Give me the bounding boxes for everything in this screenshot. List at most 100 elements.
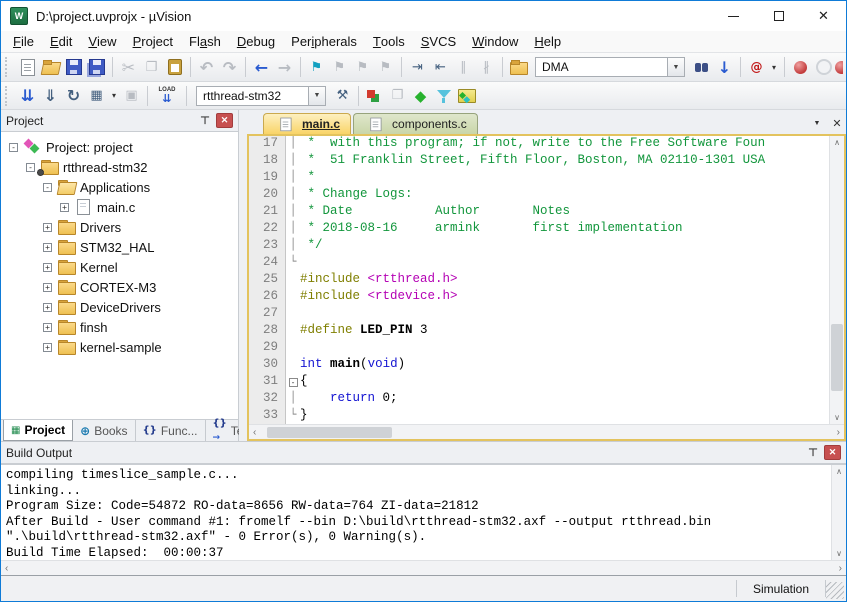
tab-func[interactable]: {}Func... <box>136 420 206 441</box>
kill-breakpoints-button[interactable] <box>835 55 843 79</box>
nav-back-button[interactable]: ← <box>250 55 273 79</box>
resize-grip[interactable] <box>826 582 844 599</box>
clear-bookmarks-button[interactable]: ⚑ <box>374 55 397 79</box>
code-line-18[interactable]: 18│ * 51 Franklin Street, Fifth Floor, B… <box>249 153 829 170</box>
pin-icon[interactable] <box>197 114 213 127</box>
code-line-21[interactable]: 21│ * Date Author Notes <box>249 204 829 221</box>
code-line-22[interactable]: 22│ * 2018-08-16 armink first implementa… <box>249 221 829 238</box>
uncomment-button[interactable]: ∦ <box>475 55 498 79</box>
save-all-button[interactable] <box>85 55 108 79</box>
scroll-right-icon[interactable]: › <box>837 427 840 438</box>
tree-item-main-c[interactable]: +main.c <box>1 197 238 217</box>
tree-item-kernel[interactable]: +Kernel <box>1 257 238 277</box>
incremental-find-button[interactable]: ↓ <box>713 55 736 79</box>
new-file-button[interactable] <box>16 55 39 79</box>
tree-item-drivers[interactable]: +Drivers <box>1 217 238 237</box>
pin-icon[interactable] <box>805 446 821 459</box>
tree-expand-icon[interactable]: + <box>60 203 69 212</box>
tree-item-devicedrivers[interactable]: +DeviceDrivers <box>1 297 238 317</box>
code-lines[interactable]: 17│ * with this program; if not, write t… <box>249 136 844 424</box>
scroll-left-icon[interactable]: ‹ <box>5 563 8 574</box>
editor-vscroll-thumb[interactable] <box>831 324 843 391</box>
redo-button[interactable]: ↷ <box>218 55 241 79</box>
editor-hscroll-thumb[interactable] <box>267 427 392 438</box>
tab-project[interactable]: ▦Project <box>3 420 73 441</box>
build-output-vertical-scrollbar[interactable]: ∧ ∨ <box>831 465 846 560</box>
output-line-3[interactable]: Program Size: Code=54872 RO-data=8656 RW… <box>6 499 830 515</box>
menu-tools[interactable]: Tools <box>365 31 413 52</box>
editor-tabs-dropdown-icon[interactable]: ▼ <box>808 114 826 132</box>
find-in-files-button[interactable] <box>690 55 713 79</box>
editor-tab-components-c[interactable]: components.c <box>353 113 478 134</box>
tree-item-finsh[interactable]: +finsh <box>1 317 238 337</box>
editor-tab-close-icon[interactable]: ✕ <box>828 114 846 132</box>
panel-splitter[interactable] <box>239 110 247 441</box>
target-combo-dropdown-icon[interactable]: ▼ <box>308 87 325 105</box>
scroll-down-icon[interactable]: ∨ <box>836 549 842 558</box>
tree-item-project-project[interactable]: -Project: project <box>1 137 238 157</box>
disable-breakpoint-button[interactable] <box>812 55 835 79</box>
insert-breakpoint-button[interactable] <box>789 55 812 79</box>
editor-horizontal-scrollbar[interactable]: ‹ › <box>249 424 844 439</box>
comment-button[interactable]: ∥ <box>452 55 475 79</box>
menu-debug[interactable]: Debug <box>229 31 283 52</box>
manage-rte-button[interactable]: ◆ <box>409 84 432 108</box>
rebuild-all-button[interactable]: ↻ <box>62 84 85 108</box>
batch-build-caret-button[interactable]: ▾ <box>108 84 120 108</box>
lookup-caret-button[interactable]: ▾ <box>768 55 780 79</box>
tree-item-rtthread-stm32[interactable]: -rtthread-stm32 <box>1 157 238 177</box>
paste-button[interactable] <box>163 55 186 79</box>
target-combo[interactable]: rtthread-stm32▼ <box>196 86 326 106</box>
undo-button[interactable]: ↶ <box>195 55 218 79</box>
scroll-up-icon[interactable]: ∧ <box>836 467 842 476</box>
code-line-29[interactable]: 29 <box>249 340 829 357</box>
manage-project-items-button[interactable] <box>363 84 386 108</box>
code-line-25[interactable]: 25#include <rtthread.h> <box>249 272 829 289</box>
tree-expand-icon[interactable]: + <box>43 263 52 272</box>
select-packs-button[interactable] <box>432 84 455 108</box>
code-line-23[interactable]: 23│ */ <box>249 238 829 255</box>
code-line-17[interactable]: 17│ * with this program; if not, write t… <box>249 136 829 153</box>
copy-button[interactable]: ❐ <box>140 55 163 79</box>
tree-expand-icon[interactable]: - <box>26 163 35 172</box>
scroll-left-icon[interactable]: ‹ <box>253 427 256 438</box>
prev-bookmark-button[interactable]: ⚑ <box>351 55 374 79</box>
code-line-28[interactable]: 28#define LED_PIN 3 <box>249 323 829 340</box>
save-button[interactable] <box>62 55 85 79</box>
lookup-button[interactable]: @ <box>745 55 768 79</box>
download-button[interactable] <box>152 84 182 108</box>
code-line-33[interactable]: 33└} <box>249 408 829 424</box>
translate-file-button[interactable]: ⇊ <box>16 84 39 108</box>
menu-file[interactable]: File <box>5 31 42 52</box>
minimize-button[interactable] <box>711 1 756 31</box>
build-button[interactable]: ⇓ <box>39 84 62 108</box>
menu-project[interactable]: Project <box>125 31 181 52</box>
menu-edit[interactable]: Edit <box>42 31 80 52</box>
next-bookmark-button[interactable]: ⚑ <box>328 55 351 79</box>
code-line-20[interactable]: 20│ * Change Logs: <box>249 187 829 204</box>
insert-bookmark-button[interactable]: ⚑ <box>305 55 328 79</box>
code-line-19[interactable]: 19│ * <box>249 170 829 187</box>
fold-collapse-icon[interactable]: - <box>289 378 298 387</box>
output-line-6[interactable]: Build Time Elapsed: 00:00:37 <box>6 546 830 561</box>
build-output-horizontal-scrollbar[interactable]: ‹ › <box>1 560 846 575</box>
outdent-button[interactable]: ⇤ <box>429 55 452 79</box>
batch-build-button[interactable]: ▦ <box>85 84 108 108</box>
tree-expand-icon[interactable]: + <box>43 243 52 252</box>
menu-view[interactable]: View <box>80 31 124 52</box>
code-line-30[interactable]: 30int main(void) <box>249 357 829 374</box>
output-line-5[interactable]: ".\build\rtthread-stm32.axf" - 0 Error(s… <box>6 530 830 546</box>
tree-expand-icon[interactable]: + <box>43 303 52 312</box>
pack-installer-button[interactable] <box>455 84 478 108</box>
fold-margin[interactable]: - <box>286 374 300 391</box>
code-line-26[interactable]: 26#include <rtdevice.h> <box>249 289 829 306</box>
tree-expand-icon[interactable]: - <box>43 183 52 192</box>
code-line-32[interactable]: 32│ return 0; <box>249 391 829 408</box>
code-line-27[interactable]: 27 <box>249 306 829 323</box>
scroll-down-icon[interactable]: ∨ <box>834 413 840 422</box>
open-file-button[interactable] <box>39 55 62 79</box>
target-options-button[interactable]: ⚒ <box>331 84 354 108</box>
tree-item-cortex-m3[interactable]: +CORTEX-M3 <box>1 277 238 297</box>
close-button[interactable] <box>801 1 846 31</box>
tree-expand-icon[interactable]: + <box>43 223 52 232</box>
